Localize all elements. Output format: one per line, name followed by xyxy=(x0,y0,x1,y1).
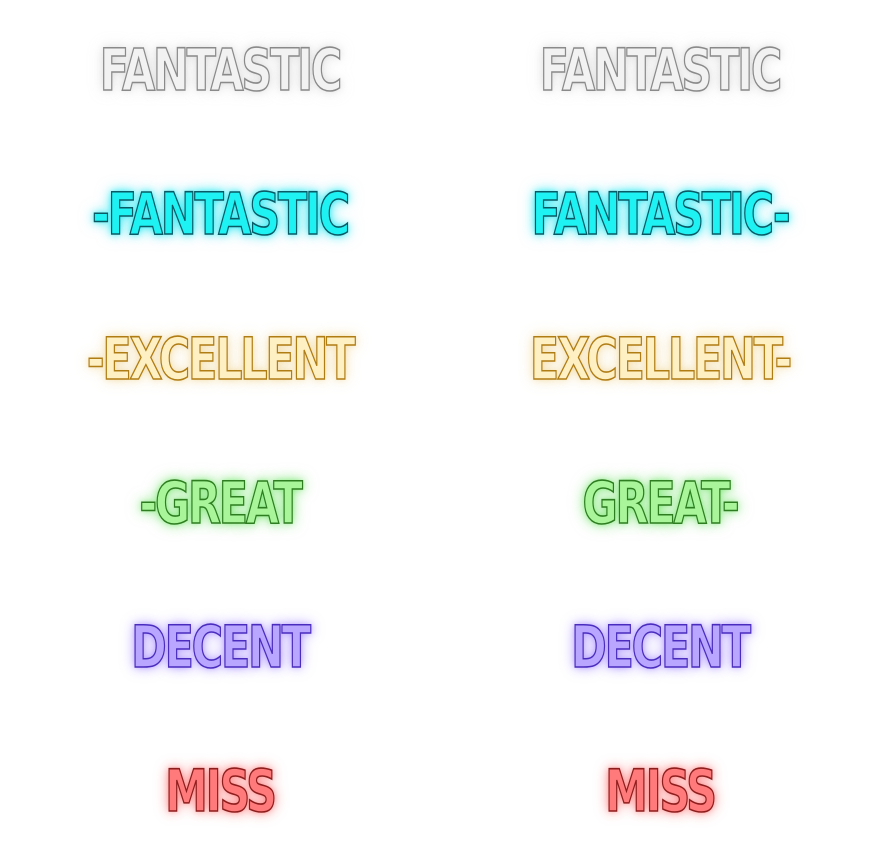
judgment-sprite-sheet: FANTASTIC FANTASTIC -FANTASTIC FANTASTIC… xyxy=(0,0,880,864)
judgment-fantastic-white-right: FANTASTIC xyxy=(539,36,783,104)
judgment-miss-right: MISS xyxy=(605,757,718,825)
judgment-fantastic-blue-right: FANTASTIC- xyxy=(531,180,791,248)
judgment-great-left: -GREAT xyxy=(139,469,304,537)
judgment-fantastic-white-left: FANTASTIC xyxy=(99,36,343,104)
judgment-decent-left: DECENT xyxy=(131,613,312,681)
judgment-excellent-right: EXCELLENT- xyxy=(529,325,793,393)
judgment-great-right: GREAT- xyxy=(582,469,740,537)
judgment-decent-right: DECENT xyxy=(571,613,752,681)
judgment-excellent-left: -EXCELLENT xyxy=(86,325,356,393)
judgment-miss-left: MISS xyxy=(165,757,278,825)
judgment-fantastic-blue-left: -FANTASTIC xyxy=(91,180,350,248)
